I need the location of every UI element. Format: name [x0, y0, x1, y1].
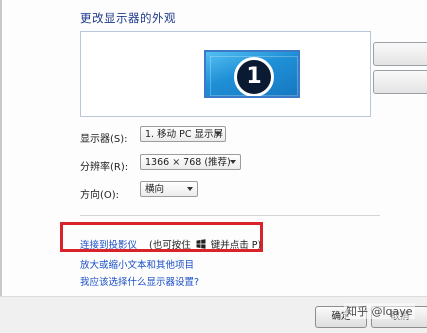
- monitor-1[interactable]: 1: [204, 50, 300, 98]
- detect-button[interactable]: [373, 70, 427, 94]
- section-divider: [80, 215, 380, 216]
- resolution-dropdown[interactable]: 1366 × 768 (推荐): [140, 154, 241, 170]
- resolution-label: 分辨率(R):: [80, 162, 129, 173]
- window-edge: [0, 0, 2, 332]
- projector-hint-prefix: (也可按住: [149, 240, 191, 251]
- chevron-down-icon: [187, 187, 193, 191]
- monitor-number: 1: [234, 57, 274, 96]
- identify-button[interactable]: [373, 42, 427, 66]
- display-dropdown-value: 1. 移动 PC 显示屏: [145, 129, 223, 140]
- resolution-dropdown-value: 1366 × 768 (推荐): [145, 157, 231, 168]
- watermark: 知乎 @lqaye: [344, 303, 415, 319]
- chevron-down-icon: [230, 160, 236, 164]
- projector-hint-suffix: 键并点击 P): [210, 240, 262, 251]
- connect-projector-link[interactable]: 连接到投影仪: [80, 237, 137, 251]
- chevron-down-icon: [215, 132, 221, 136]
- windows-logo-icon: [196, 239, 206, 249]
- projector-hint: (也可按住 键并点击 P): [149, 237, 261, 251]
- orientation-dropdown-value: 横向: [145, 184, 165, 195]
- orientation-label: 方向(O):: [80, 190, 120, 201]
- text-size-link[interactable]: 放大或缩小文本和其他项目: [80, 257, 194, 271]
- page-title: 更改显示器的外观: [80, 11, 176, 25]
- orientation-dropdown[interactable]: 横向: [140, 181, 198, 197]
- display-label: 显示器(S):: [80, 134, 128, 145]
- display-dropdown[interactable]: 1. 移动 PC 显示屏: [140, 126, 226, 142]
- which-settings-link[interactable]: 我应该选择什么显示器设置?: [80, 274, 199, 288]
- monitor-preview-area: 1: [80, 31, 371, 117]
